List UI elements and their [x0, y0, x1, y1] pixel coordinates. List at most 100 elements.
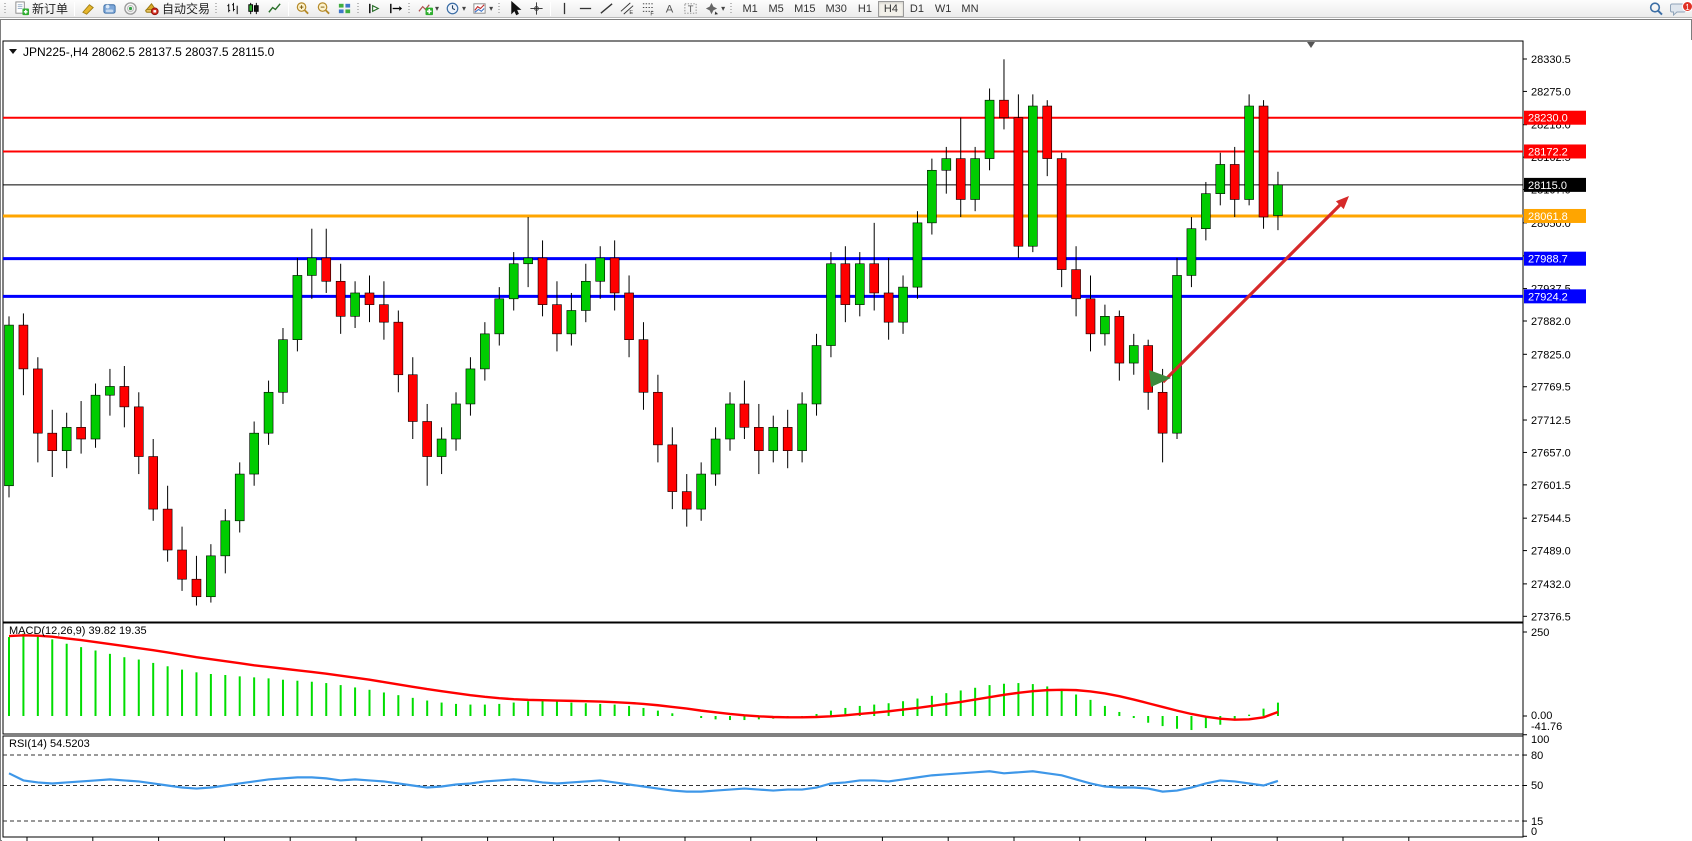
line-chart-mode-button[interactable] [264, 1, 285, 17]
timeframe-m15-button[interactable]: M15 [789, 1, 820, 17]
templates-button[interactable]: ▾ [469, 1, 496, 17]
chevron-down-icon: ▾ [721, 4, 725, 13]
timeframe-d1-button[interactable]: D1 [904, 1, 930, 17]
candle-up [250, 433, 259, 474]
candle-down [48, 433, 57, 451]
candle-up [971, 159, 980, 200]
candle-up [1187, 229, 1196, 276]
candle-down [19, 325, 28, 369]
metaeditor-button[interactable] [99, 1, 120, 17]
signals-button[interactable] [120, 1, 141, 17]
candle-down [1259, 106, 1268, 217]
metaeditor-icon [102, 1, 117, 16]
rsi-axis-label: 0 [1531, 826, 1537, 838]
toolbar-drag-handle[interactable] [498, 3, 502, 15]
candle-up [351, 293, 360, 316]
auto-scroll-button[interactable] [364, 1, 385, 17]
candle-up [769, 427, 778, 450]
timeframe-m30-button[interactable]: M30 [821, 1, 852, 17]
cursor-button[interactable] [505, 1, 526, 17]
zoom-out-icon [316, 1, 331, 16]
vertical-line-tool-button[interactable] [554, 1, 575, 17]
timeframe-m1-button[interactable]: M1 [737, 1, 763, 17]
chart-window[interactable]: 28330.528275.028218.028162.528107.028050… [0, 19, 1692, 841]
candle-down [841, 264, 850, 305]
candle-up [1201, 194, 1210, 229]
price-tick-label: 28330.5 [1531, 54, 1571, 66]
indicators-button[interactable]: ▾ [415, 1, 442, 17]
candle-down [783, 427, 792, 450]
bar-chart-mode-button[interactable] [222, 1, 243, 17]
toolbar-drag-handle[interactable] [730, 3, 734, 15]
arrows-tool-button[interactable]: ▾ [701, 1, 728, 17]
candle-up [307, 258, 316, 276]
price-chart[interactable]: 28330.528275.028218.028162.528107.028050… [1, 20, 1692, 841]
zoom-out-button[interactable] [313, 1, 334, 17]
timeframe-w1-button[interactable]: W1 [930, 1, 957, 17]
macd-axis-label: -41.76 [1531, 721, 1562, 733]
rsi-label: RSI(14) 54.5203 [9, 738, 90, 750]
mt4-application: 新订单 自动交易 [0, 0, 1692, 841]
tile-windows-button[interactable] [334, 1, 355, 17]
timeframe-h4-button[interactable]: H4 [878, 1, 904, 17]
notification-badge: 1 [1682, 1, 1692, 12]
autotrading-label: 自动交易 [162, 0, 210, 17]
candle-down [1043, 106, 1052, 159]
candle-up [466, 369, 475, 404]
candle-up [812, 346, 821, 404]
chart-title: JPN225-,H4 28062.5 28137.5 28037.5 28115… [23, 45, 275, 59]
toolbar-separator [74, 2, 75, 16]
toolbar-drag-handle[interactable] [4, 3, 8, 15]
svg-text:E: E [629, 10, 633, 16]
fibonacci-tool-button[interactable]: F [638, 1, 659, 17]
candle-up [927, 170, 936, 223]
timeframe-mn-button[interactable]: MN [956, 1, 983, 17]
candle-down [754, 427, 763, 450]
candle-down [77, 427, 86, 439]
channel-icon: E [620, 1, 635, 16]
candle-up [711, 439, 720, 474]
candle-up [105, 386, 114, 395]
candle-up [509, 264, 518, 299]
notifications-button[interactable]: 1 [1667, 1, 1690, 17]
fibonacci-icon: F [641, 1, 656, 16]
autotrading-button[interactable]: 自动交易 [141, 1, 213, 17]
equidistant-channel-tool-button[interactable]: E [617, 1, 638, 17]
candle-down [149, 457, 158, 510]
search-button[interactable] [1645, 1, 1667, 17]
toolbar-drag-handle[interactable] [215, 3, 219, 15]
horizontal-line-tool-button[interactable] [575, 1, 596, 17]
cursor-icon [508, 1, 523, 16]
trendline-tool-button[interactable] [596, 1, 617, 17]
candle-up [1129, 346, 1138, 364]
chart-shift-icon [388, 1, 403, 16]
price-tick-label: 27489.0 [1531, 546, 1571, 558]
candle-down [653, 392, 662, 445]
candle-up [913, 223, 922, 287]
toolbar-drag-handle[interactable] [408, 3, 412, 15]
candle-up [293, 275, 302, 339]
label-tool-button[interactable]: T [680, 1, 701, 17]
toolbar-drag-handle[interactable] [357, 3, 361, 15]
zoom-in-button[interactable] [292, 1, 313, 17]
price-tick-label: 27825.0 [1531, 349, 1571, 361]
candlestick-icon [246, 1, 261, 16]
crosshair-button[interactable] [526, 1, 547, 17]
text-tool-button[interactable]: A [659, 1, 680, 17]
candle-up [942, 159, 951, 171]
timeframe-m5-button[interactable]: M5 [763, 1, 789, 17]
chart-shift-button[interactable] [385, 1, 406, 17]
candlestick-mode-button[interactable] [243, 1, 264, 17]
candle-up [1100, 316, 1109, 334]
candle-down [625, 293, 634, 340]
crayon-tool-button[interactable] [78, 1, 99, 17]
periods-button[interactable]: ▾ [442, 1, 469, 17]
price-line-badge-label: 27988.7 [1528, 254, 1568, 266]
candle-down [956, 159, 965, 200]
autotrading-icon [144, 1, 159, 16]
candle-up [524, 258, 533, 264]
new-order-button[interactable]: 新订单 [11, 1, 71, 17]
templates-icon [472, 1, 487, 16]
timeframe-h1-button[interactable]: H1 [852, 1, 878, 17]
price-tick-label: 27769.5 [1531, 382, 1571, 394]
